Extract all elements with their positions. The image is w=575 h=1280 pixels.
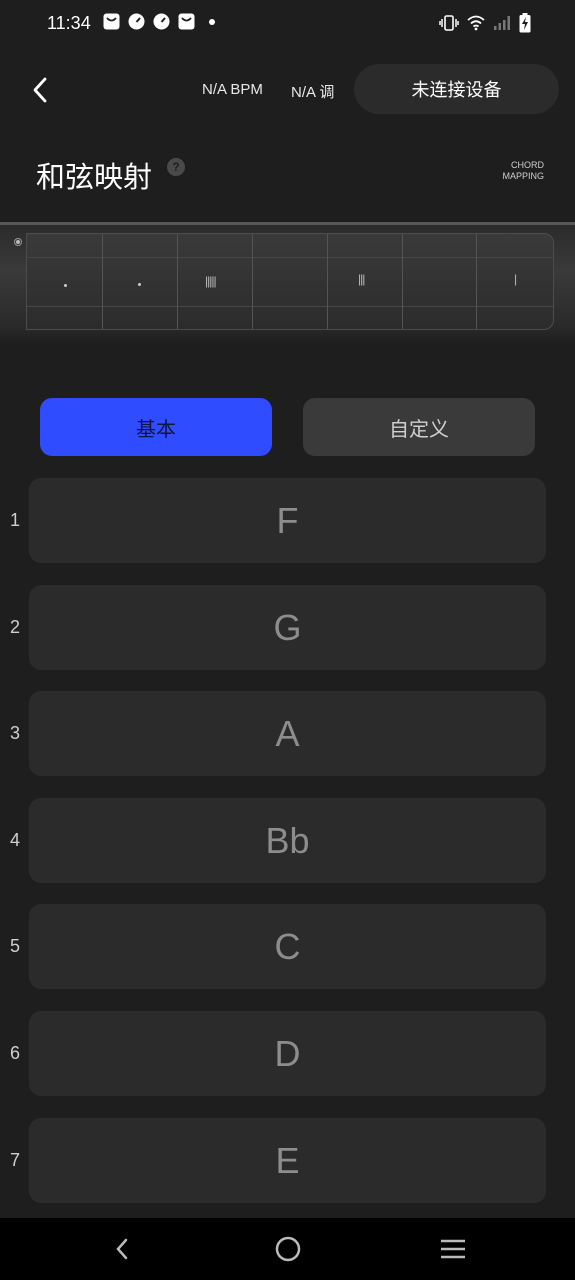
- chord-number: 4: [9, 830, 20, 850]
- key-readout: N/A 调: [291, 84, 335, 101]
- battery-charging-icon: [519, 13, 531, 38]
- home-icon: [275, 1236, 301, 1262]
- speedometer-icon: [128, 13, 145, 30]
- top-bar: N/A BPM N/A 调 未连接设备: [0, 60, 575, 120]
- chevron-left-icon: [33, 77, 47, 103]
- chord-number: 2: [9, 617, 20, 637]
- page-title: 和弦映射: [36, 162, 153, 194]
- page-subtitle: CHORD MAPPING: [484, 160, 544, 182]
- back-icon: [116, 1238, 128, 1260]
- notification-icons: [103, 13, 220, 30]
- nav-home-button[interactable]: [273, 1234, 303, 1264]
- wifi-icon: [467, 15, 485, 36]
- recents-icon: [441, 1239, 465, 1259]
- chord-button[interactable]: D: [29, 1011, 546, 1096]
- nav-back-button[interactable]: [107, 1234, 137, 1264]
- chord-row: 6 D: [0, 1011, 575, 1097]
- system-nav-bar: [0, 1218, 575, 1280]
- subtitle-line: CHORD: [511, 160, 544, 170]
- fret-line: [252, 234, 253, 329]
- chord-button[interactable]: E: [29, 1118, 546, 1203]
- chord-row: 5 C: [0, 904, 575, 990]
- fret-tick-marker: |: [514, 272, 517, 286]
- fret-line: [476, 234, 477, 329]
- chord-number: 7: [9, 1150, 20, 1170]
- chord-row: 7 E: [0, 1118, 575, 1204]
- chord-button[interactable]: A: [29, 691, 546, 776]
- chord-button[interactable]: F: [29, 478, 546, 563]
- chord-row: 2 G: [0, 585, 575, 671]
- fret-line: [402, 234, 403, 329]
- speedometer-icon: [153, 13, 170, 30]
- dot-icon: [203, 13, 220, 30]
- nav-recents-button[interactable]: [438, 1234, 468, 1264]
- connect-device-button[interactable]: 未连接设备: [354, 64, 559, 114]
- fretboard-edge: [0, 222, 575, 225]
- bag-icon: [103, 13, 120, 30]
- fret-line: [177, 234, 178, 329]
- nut-marker-icon: [14, 238, 22, 246]
- bag-icon: [178, 13, 195, 30]
- tab-basic[interactable]: 基本: [40, 398, 272, 456]
- fret-dot-marker: [64, 284, 67, 287]
- fretboard-neck: ||||| ||| |: [26, 233, 554, 330]
- status-time: 11:34: [47, 13, 91, 33]
- status-bar: 11:34: [0, 0, 575, 48]
- chord-button[interactable]: G: [29, 585, 546, 670]
- fret-tick-marker: |||||: [205, 274, 217, 288]
- system-icons: [439, 13, 531, 38]
- fret-line: [327, 234, 328, 329]
- signal-icon: [493, 15, 511, 36]
- fret-dot-marker: [138, 283, 141, 286]
- subtitle-line: MAPPING: [502, 171, 544, 181]
- chord-row: 1 F: [0, 478, 575, 564]
- help-icon[interactable]: ?: [167, 158, 185, 176]
- fret-tick-marker: |||: [358, 272, 365, 286]
- tab-custom[interactable]: 自定义: [303, 398, 535, 456]
- chord-number: 1: [9, 510, 20, 530]
- chord-number: 3: [9, 723, 20, 743]
- fret-line: [102, 234, 103, 329]
- chord-number: 6: [9, 1043, 20, 1063]
- chord-button[interactable]: C: [29, 904, 546, 989]
- chord-row: 3 A: [0, 691, 575, 777]
- chord-number: 5: [9, 936, 20, 956]
- chord-button[interactable]: Bb: [29, 798, 546, 883]
- bpm-readout: N/A BPM: [202, 81, 263, 98]
- string-line: [27, 306, 553, 307]
- vibrate-icon: [439, 15, 459, 36]
- string-line: [27, 257, 553, 258]
- back-button[interactable]: [22, 72, 58, 108]
- fretboard: ||||| ||| |: [0, 222, 575, 344]
- chord-row: 4 Bb: [0, 798, 575, 884]
